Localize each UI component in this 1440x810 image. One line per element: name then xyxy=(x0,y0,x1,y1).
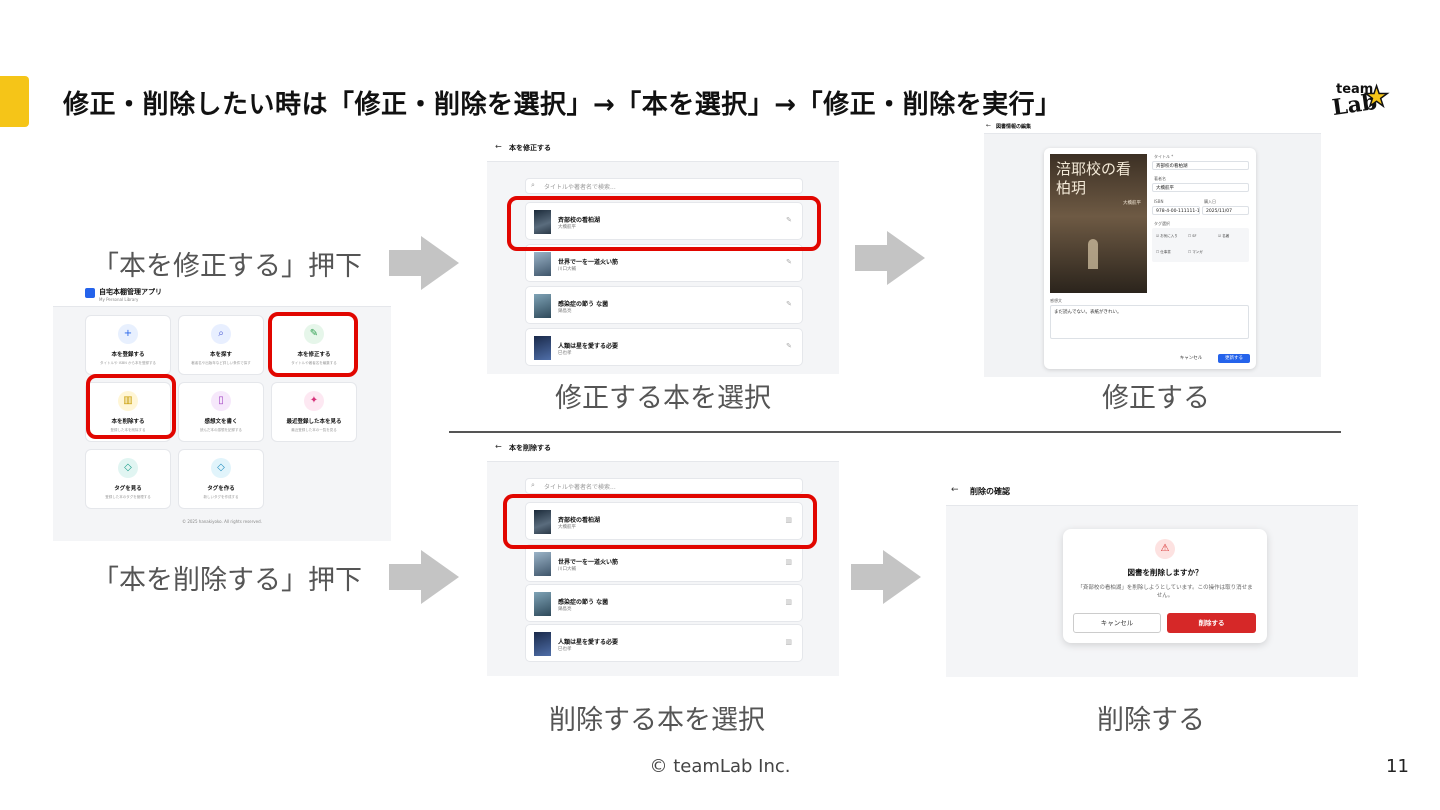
tag-checkbox[interactable]: ☑ お気に入り xyxy=(1156,234,1178,239)
register-book-card[interactable]: + 本を登録する タイトルや ISBN から本を登録する xyxy=(85,315,171,375)
book-row[interactable]: 感染症の節う な菌 鍋島亮 ▥ xyxy=(525,584,803,622)
tag-selector: ☑ お気に入り ☐ SF ☑ 名著 ☐ 仕事書 ☐ マンガ xyxy=(1152,228,1249,262)
book-cover xyxy=(534,592,551,616)
pencil-icon[interactable]: ✎ xyxy=(786,342,792,350)
search-input[interactable]: タイトルや著者名で検索... xyxy=(525,478,803,494)
accent-bar xyxy=(0,76,29,127)
copyright-footer: © teamLab Inc. xyxy=(649,756,791,777)
caption-delete-press: 「本を削除する」押下 xyxy=(92,565,362,596)
back-arrow-icon[interactable]: ← xyxy=(951,485,959,495)
app-subtitle: My Personal Library xyxy=(99,297,139,302)
highlight-delete-card xyxy=(86,374,176,439)
book-cover xyxy=(534,252,551,276)
figure-silhouette xyxy=(1088,239,1098,269)
recent-books-card[interactable]: ✦ 最近登録した本を見る 最近登録した本の一覧を見る xyxy=(271,382,357,442)
delete-confirm-title: 削除の確認 xyxy=(970,487,1010,496)
caption-select-delete: 削除する本を選択 xyxy=(549,705,765,736)
tag-icon: ◇ xyxy=(211,458,231,478)
highlight-edit-card xyxy=(268,312,358,377)
create-tag-card[interactable]: ◇ タグを作る 新しいタグを作成する xyxy=(178,449,264,509)
search-icon: ⌕ xyxy=(531,481,535,489)
book-row[interactable]: 世界で一を一道火い筋 川口大輔 ▥ xyxy=(525,544,803,582)
arrow-right-icon xyxy=(855,231,925,285)
arrow-right-icon xyxy=(389,550,459,604)
section-divider xyxy=(449,431,1341,433)
search-book-card[interactable]: ⌕ 本を探す 著者名や出版年など詳しい条件で探す xyxy=(178,315,264,375)
author-input[interactable]: 大橋航平 xyxy=(1152,183,1249,192)
tag-icon: ◇ xyxy=(118,458,138,478)
trash-icon[interactable]: ▥ xyxy=(785,638,792,646)
update-button[interactable]: 更新する xyxy=(1218,354,1250,363)
caption-select-edit: 修正する本を選択 xyxy=(555,383,771,414)
caption-do-edit: 修正する xyxy=(1102,383,1210,414)
arrow-right-icon xyxy=(851,550,921,604)
tag-checkbox[interactable]: ☑ 名著 xyxy=(1218,234,1229,239)
edit-form-panel: 涪耶校の看柏玥 大橋航平 タイトル * 斉部校の看柏湖 著者名 大橋航平 ISB… xyxy=(1044,148,1256,369)
delete-dialog: ⚠ 図書を削除しますか？ 「斉部校の看柏湖」を削除しようとしています。この操作は… xyxy=(1063,529,1267,643)
caption-edit-press: 「本を修正する」押下 xyxy=(92,251,362,282)
slide-heading: 修正・削除したい時は「修正・削除を選択」→「本を選択」→「修正・削除を実行」 xyxy=(63,90,1062,120)
teamlab-logo: team Lab ★ xyxy=(1330,80,1390,122)
book-cover xyxy=(534,336,551,360)
edit-form-header xyxy=(984,120,1321,134)
trash-icon[interactable]: ▥ xyxy=(785,558,792,566)
edit-form-title: 図書情報の編集 xyxy=(996,124,1032,130)
pencil-icon[interactable]: ✎ xyxy=(786,300,792,308)
edit-list-title: 本を修正する xyxy=(509,144,551,152)
delete-list-title: 本を削除する xyxy=(509,444,551,452)
plus-icon: + xyxy=(118,324,138,344)
write-review-card[interactable]: ▯ 感想文を書く 読んだ本の感想を記録する xyxy=(178,382,264,442)
book-cover xyxy=(534,632,551,656)
search-input[interactable]: タイトルや著者名で検索... xyxy=(525,178,803,194)
home-screenshot: 自宅本棚管理アプリ My Personal Library + 本を登録する タ… xyxy=(53,283,391,541)
star-icon: ★ xyxy=(1363,80,1390,113)
tag-checkbox[interactable]: ☐ 仕事書 xyxy=(1156,250,1171,255)
highlight-selected-book xyxy=(507,196,821,251)
caption-do-delete: 削除する xyxy=(1097,705,1205,736)
back-arrow-icon[interactable]: ← xyxy=(495,142,502,151)
tag-checkbox[interactable]: ☐ マンガ xyxy=(1188,250,1203,255)
edit-list-screenshot: ← 本を修正する タイトルや著者名で検索... ⌕ 斉部校の看柏湖 大橋航平 ✎… xyxy=(487,134,839,374)
isbn-input[interactable]: 978-4-00-111111-1 xyxy=(1152,206,1200,215)
book-row[interactable]: 人類は星を愛する必要 巳也孝 ▥ xyxy=(525,624,803,662)
arrow-right-icon xyxy=(389,236,459,290)
view-tags-card[interactable]: ◇ タグを見る 登録した本のタグを管理する xyxy=(85,449,171,509)
page-number: 11 xyxy=(1386,756,1409,777)
book-icon xyxy=(85,288,95,298)
tag-checkbox[interactable]: ☐ SF xyxy=(1188,234,1197,238)
book-row[interactable]: 感染症の節う な菌 鍋島亮 ✎ xyxy=(525,286,803,324)
delete-confirm-screenshot: ← 削除の確認 ⚠ 図書を削除しますか？ 「斉部校の看柏湖」を削除しようとしてい… xyxy=(946,478,1358,677)
book-cover xyxy=(534,294,551,318)
back-arrow-icon[interactable]: ← xyxy=(495,442,502,451)
back-arrow-icon[interactable]: ← xyxy=(986,122,991,129)
cancel-button[interactable]: キャンセル xyxy=(1073,613,1161,633)
document-icon: ▯ xyxy=(211,391,231,411)
book-row[interactable]: 人類は星を愛する必要 巳也孝 ✎ xyxy=(525,328,803,366)
review-textarea[interactable]: まだ読んでない。表紙がきれい。 xyxy=(1050,305,1249,339)
search-icon: ⌕ xyxy=(531,181,535,189)
warning-icon: ⚠ xyxy=(1155,539,1175,559)
search-icon: ⌕ xyxy=(211,324,231,344)
highlight-selected-book xyxy=(503,494,817,549)
book-cover-image: 涪耶校の看柏玥 大橋航平 xyxy=(1050,154,1147,293)
confirm-delete-button[interactable]: 削除する xyxy=(1167,613,1256,633)
trash-icon[interactable]: ▥ xyxy=(785,598,792,606)
title-input[interactable]: 斉部校の看柏湖 xyxy=(1152,161,1249,170)
cancel-button[interactable]: キャンセル xyxy=(1174,354,1208,363)
date-input[interactable]: 2025/11/07 xyxy=(1202,206,1249,215)
app-title: 自宅本棚管理アプリ xyxy=(99,288,162,296)
delete-list-screenshot: ← 本を削除する タイトルや著者名で検索... ⌕ 斉部校の看柏湖 大橋航平 ▥… xyxy=(487,434,839,676)
dialog-message: 「斉部校の看柏湖」を削除しようとしています。この操作は取り消せません。 xyxy=(1077,585,1253,599)
edit-form-screenshot: ← 図書情報の編集 涪耶校の看柏玥 大橋航平 タイトル * 斉部校の看柏湖 著者… xyxy=(984,120,1321,377)
pencil-icon[interactable]: ✎ xyxy=(786,258,792,266)
dialog-question: 図書を削除しますか？ xyxy=(1127,568,1203,577)
book-cover xyxy=(534,552,551,576)
copyright: © 2025 hanakiyoko. All rights reserved. xyxy=(182,519,262,524)
sparkle-icon: ✦ xyxy=(304,391,324,411)
